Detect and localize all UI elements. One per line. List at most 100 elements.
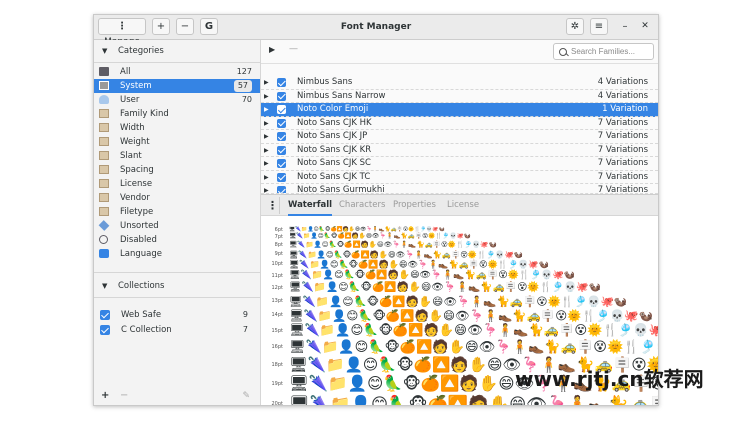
font-row[interactable]: ▶ Noto Sans CJK KR 7 Variations: [261, 144, 658, 157]
expander-right-icon[interactable]: ▶: [264, 103, 269, 116]
category-all[interactable]: All 127: [94, 65, 260, 79]
font-row[interactable]: ▶ Nimbus Sans Narrow 4 Variations: [261, 90, 658, 103]
category-license[interactable]: License: [94, 177, 260, 191]
font-row[interactable]: ▶ Nimbus Sans 4 Variations: [261, 76, 658, 90]
font-checkbox[interactable]: [277, 159, 286, 168]
tab-waterfall[interactable]: Waterfall: [288, 195, 333, 216]
tools-button[interactable]: ✲: [566, 18, 584, 35]
expander-down-icon: ▼: [102, 282, 108, 290]
font-row[interactable]: ▶ Noto Sans CJK HK 7 Variations: [261, 117, 658, 130]
font-checkbox[interactable]: [277, 132, 286, 141]
category-filetype[interactable]: Filetype: [94, 205, 260, 219]
folder-icon: [99, 137, 109, 146]
font-row[interactable]: ▶ Noto Sans CJK JP 7 Variations: [261, 130, 658, 144]
category-user[interactable]: User 70: [94, 93, 260, 107]
collection-checkbox[interactable]: [100, 310, 110, 320]
category-vendor[interactable]: Vendor: [94, 191, 260, 205]
expander-right-icon[interactable]: ▶: [264, 130, 269, 143]
collection-c-collection[interactable]: C Collection 7: [94, 323, 260, 337]
expander-right-icon[interactable]: ▶: [264, 144, 269, 157]
font-row[interactable]: ▶ Noto Sans Gurmukhi 7 Variations: [261, 184, 658, 194]
font-checkbox[interactable]: [277, 145, 286, 155]
google-fonts-button[interactable]: G: [200, 18, 218, 35]
font-checkbox[interactable]: [277, 105, 286, 114]
watermark-text: www.rjtj.cn软荐网: [515, 367, 704, 391]
font-checkbox[interactable]: [277, 118, 286, 128]
font-row[interactable]: ▶ Noto Sans CJK TC 7 Variations: [261, 171, 658, 184]
collection-checkbox[interactable]: [100, 325, 110, 335]
search-icon: [559, 48, 567, 56]
categories-header[interactable]: ▼ Categories: [94, 41, 260, 61]
disabled-icon: [99, 235, 108, 244]
point-size-label: 18pt: [271, 361, 284, 368]
edit-pencil-icon[interactable]: ✎: [242, 391, 250, 401]
waterfall-line: 16pt 🖥🌂📁👤😊🦜🐵🍊🔼🧑✋😄👁🦩🧍👞🐈🚕🪧😵🌞🍴🎐💀🐙🦦: [261, 337, 659, 356]
folder-icon: [99, 151, 109, 160]
tab-properties[interactable]: Properties: [393, 195, 436, 216]
category-width[interactable]: Width: [94, 121, 260, 135]
collections-header[interactable]: ▼ Collections: [94, 276, 260, 296]
close-button[interactable]: ✕: [638, 18, 652, 35]
header-bar: ⋮ Manage + − G Font Manager ✲ ≡ – ✕: [94, 15, 658, 47]
remove-font-button[interactable]: −: [176, 18, 194, 35]
collapse-all-button[interactable]: —: [289, 44, 298, 54]
sidebar: ▼ Categories All 127 System 57 User 70 F…: [94, 40, 261, 405]
tab-license[interactable]: License: [447, 195, 479, 216]
main-menu-button[interactable]: ≡: [590, 18, 608, 35]
tab-characters[interactable]: Characters: [339, 195, 385, 216]
main-pane: ▶ — Search Families... ▶ Nimbus Sans 4 V…: [261, 40, 659, 406]
point-size-label: 13pt: [271, 298, 284, 305]
sample-text: 🖥🌂📁👤😊🦜🐵🍊🔼🧑✋😄👁🦩🧍👞🐈🚕🪧😵🌞🍴🎐💀🐙🦦: [289, 394, 658, 406]
point-size-label: 19pt: [271, 380, 284, 387]
folder-icon: [99, 123, 109, 132]
preview-tab-bar: ⋮ Waterfall Characters Properties Licens…: [261, 194, 658, 216]
folder-icon: [99, 165, 109, 174]
tools-icon: ✲: [570, 21, 580, 32]
minimize-button[interactable]: –: [618, 18, 632, 35]
search-input[interactable]: Search Families...: [553, 43, 654, 60]
user-icon: [99, 95, 109, 104]
expander-right-icon[interactable]: ▶: [264, 90, 269, 103]
preview-menu-kebab-icon[interactable]: ⋮: [267, 195, 278, 216]
add-collection-button[interactable]: +: [101, 390, 109, 401]
category-spacing[interactable]: Spacing: [94, 163, 260, 177]
category-disabled[interactable]: Disabled: [94, 233, 260, 247]
waterfall-line: 20pt 🖥🌂📁👤😊🦜🐵🍊🔼🧑✋😄👁🦩🧍👞🐈🚕🪧😵🌞🍴🎐💀🐙🦦: [261, 394, 659, 406]
font-row[interactable]: ▶ Noto Sans CJK SC 7 Variations: [261, 157, 658, 171]
collection-web-safe[interactable]: Web Safe 9: [94, 308, 260, 322]
remove-collection-button[interactable]: −: [120, 390, 128, 401]
manage-button[interactable]: ⋮ Manage: [98, 18, 146, 47]
category-slant[interactable]: Slant: [94, 149, 260, 163]
add-font-button[interactable]: +: [152, 18, 170, 35]
point-size-label: 15pt: [271, 327, 284, 334]
fonts-stack-icon: [99, 67, 109, 76]
sample-text: 🖥🌂📁👤😊🦜🐵🍊🔼🧑✋😄👁🦩🧍👞🐈🚕🪧😵🌞🍴🎐💀🐙🦦: [289, 339, 658, 355]
folder-icon: [99, 193, 109, 202]
category-family-kind[interactable]: Family Kind: [94, 107, 260, 121]
sidebar-toolbar: + − ✎: [94, 389, 260, 405]
category-system[interactable]: System 57: [94, 79, 260, 93]
speech-bubble-icon: [99, 249, 109, 258]
folder-icon: [99, 207, 109, 216]
category-weight[interactable]: Weight: [94, 135, 260, 149]
category-unsorted[interactable]: Unsorted: [94, 219, 260, 233]
font-checkbox[interactable]: [277, 78, 286, 87]
expander-right-icon[interactable]: ▶: [264, 184, 269, 193]
expander-right-icon[interactable]: ▶: [264, 76, 269, 89]
kebab-icon: ⋮: [117, 21, 127, 32]
font-manager-window: ⋮ Manage + − G Font Manager ✲ ≡ – ✕ ▼ Ca…: [93, 14, 659, 406]
font-checkbox[interactable]: [277, 186, 286, 193]
expander-right-icon[interactable]: ▶: [264, 117, 269, 130]
expander-right-icon[interactable]: ▶: [264, 157, 269, 170]
expand-all-icon[interactable]: ▶: [269, 45, 275, 54]
sample-text: 🖥🌂📁👤😊🦜🐵🍊🔼🧑✋😄👁🦩🧍👞🐈🚕🪧😵🌞🍴🎐💀🐙🦦: [289, 323, 658, 338]
font-checkbox[interactable]: [277, 172, 286, 182]
category-language[interactable]: Language: [94, 247, 260, 261]
filter-bar: ▶ — Search Families...: [261, 40, 658, 64]
folder-icon: [99, 179, 109, 188]
font-row-selected[interactable]: ▶ Noto Color Emoji 1 Variation: [261, 103, 658, 117]
font-checkbox[interactable]: [277, 91, 286, 101]
point-size-label: 14pt: [271, 312, 284, 319]
expander-right-icon[interactable]: ▶: [264, 171, 269, 184]
expander-down-icon: ▼: [102, 47, 108, 55]
